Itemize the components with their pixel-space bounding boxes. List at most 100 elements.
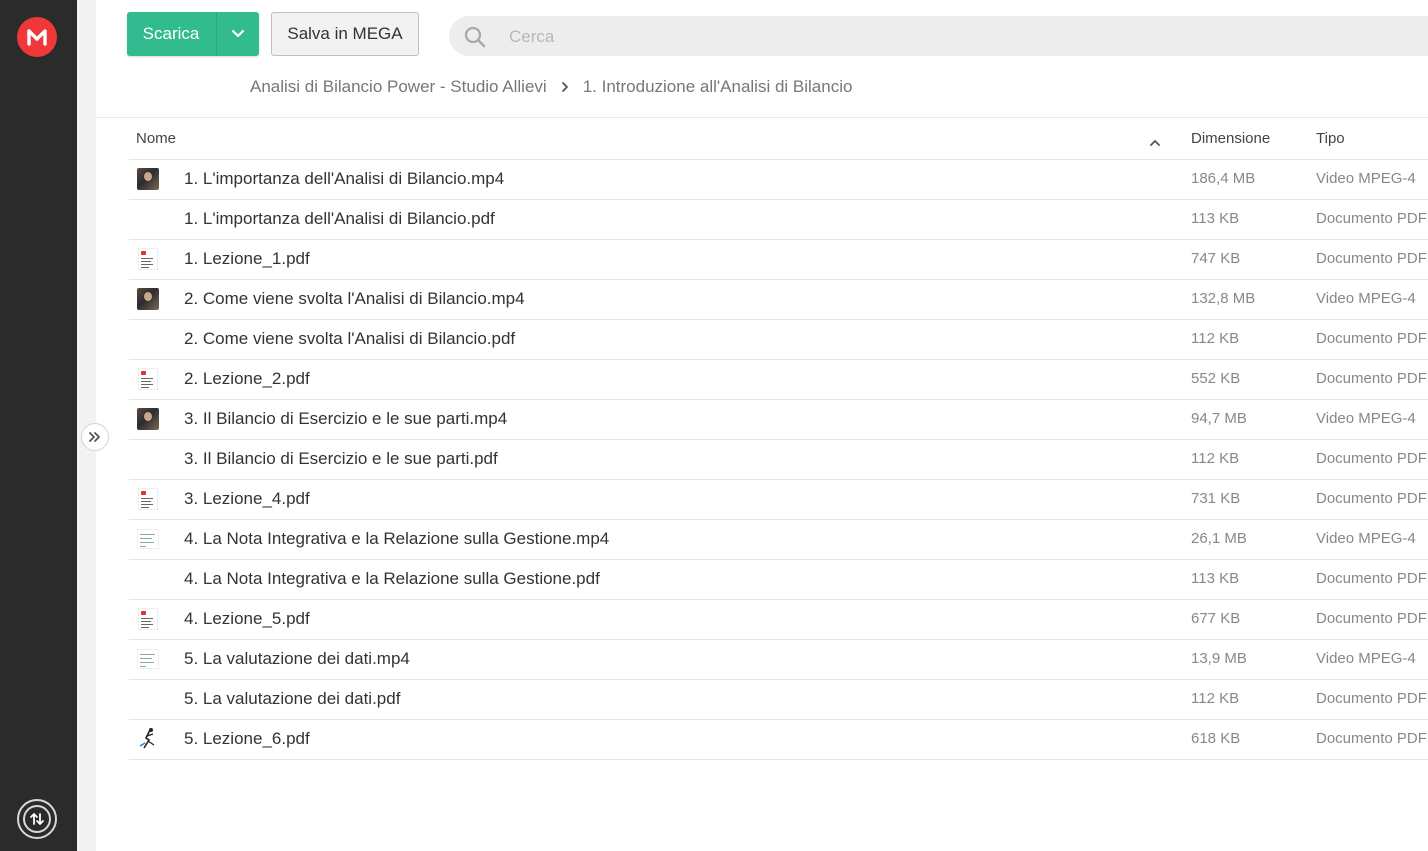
file-thumbnail (137, 288, 159, 310)
file-thumbnail (137, 488, 159, 510)
file-name[interactable]: 5. Lezione_6.pdf (184, 720, 310, 757)
file-row[interactable]: 4. Lezione_5.pdf 677 KB Documento PDF (129, 600, 1428, 640)
toolbar-divider (96, 117, 1428, 118)
file-thumbnail (137, 648, 159, 670)
document-thumbnail (137, 649, 159, 669)
file-type: Video MPEG-4 (1316, 170, 1416, 187)
file-name[interactable]: 3. Il Bilancio di Esercizio e le sue par… (184, 440, 498, 477)
chevron-right-icon (561, 81, 569, 93)
file-type: Video MPEG-4 (1316, 650, 1416, 667)
main-content: Scarica Salva in MEGA Analisi di Bilanci… (96, 0, 1428, 851)
file-type: Documento PDF (1316, 450, 1427, 467)
file-thumbnail (137, 688, 159, 710)
file-name[interactable]: 2. Come viene svolta l'Analisi di Bilanc… (184, 320, 515, 357)
file-type: Documento PDF (1316, 730, 1427, 747)
save-to-mega-button[interactable]: Salva in MEGA (271, 12, 419, 56)
file-row[interactable]: 4. La Nota Integrativa e la Relazione su… (129, 520, 1428, 560)
file-row[interactable]: 1. L'importanza dell'Analisi di Bilancio… (129, 160, 1428, 200)
file-name[interactable]: 4. La Nota Integrativa e la Relazione su… (184, 520, 609, 557)
breadcrumb-item-root[interactable]: Analisi di Bilancio Power - Studio Allie… (250, 77, 547, 97)
column-header-type[interactable]: Tipo (1316, 130, 1345, 147)
file-size: 747 KB (1191, 250, 1241, 267)
file-thumbnail (137, 568, 159, 590)
file-type: Documento PDF (1316, 210, 1427, 227)
file-name[interactable]: 1. L'importanza dell'Analisi di Bilancio… (184, 200, 495, 237)
file-size: 112 KB (1191, 450, 1240, 467)
file-size: 26,1 MB (1191, 530, 1247, 547)
file-type: Documento PDF (1316, 330, 1427, 347)
file-row[interactable]: 5. Lezione_6.pdf 618 KB Documento PDF (129, 720, 1428, 760)
file-name[interactable]: 5. La valutazione dei dati.mp4 (184, 640, 410, 677)
column-header-name[interactable]: Nome (136, 130, 176, 147)
mega-logo-icon[interactable] (17, 17, 57, 57)
transfers-icon (23, 805, 51, 833)
file-type: Video MPEG-4 (1316, 290, 1416, 307)
file-row[interactable]: 1. L'importanza dell'Analisi di Bilancio… (129, 200, 1428, 240)
file-thumbnail (137, 168, 159, 190)
file-name[interactable]: 4. Lezione_5.pdf (184, 600, 310, 637)
search-bar[interactable] (449, 16, 1428, 58)
file-type: Documento PDF (1316, 490, 1427, 507)
download-button[interactable]: Scarica (127, 12, 259, 56)
file-row[interactable]: 2. Come viene svolta l'Analisi di Bilanc… (129, 280, 1428, 320)
file-name[interactable]: 1. Lezione_1.pdf (184, 240, 310, 277)
file-size: 552 KB (1191, 370, 1241, 387)
file-thumbnail (137, 528, 159, 550)
file-thumbnail (137, 328, 159, 350)
file-size: 186,4 MB (1191, 170, 1256, 187)
file-size: 112 KB (1191, 690, 1240, 707)
file-thumbnail (137, 448, 159, 470)
video-thumbnail (137, 408, 159, 430)
file-size: 94,7 MB (1191, 410, 1247, 427)
file-name[interactable]: 5. La valutazione dei dati.pdf (184, 680, 400, 717)
chevron-up-icon[interactable] (1149, 134, 1161, 152)
file-row[interactable]: 3. Il Bilancio di Esercizio e le sue par… (129, 400, 1428, 440)
file-row[interactable]: 2. Come viene svolta l'Analisi di Bilanc… (129, 320, 1428, 360)
file-size: 113 KB (1191, 210, 1240, 227)
file-name[interactable]: 1. L'importanza dell'Analisi di Bilancio… (184, 160, 504, 197)
transfers-button[interactable] (17, 799, 57, 839)
file-type: Video MPEG-4 (1316, 530, 1416, 547)
file-name[interactable]: 3. Il Bilancio di Esercizio e le sue par… (184, 400, 507, 437)
file-type: Documento PDF (1316, 370, 1427, 387)
file-size: 113 KB (1191, 570, 1240, 587)
search-input[interactable] (507, 16, 1111, 58)
column-header-size[interactable]: Dimensione (1191, 130, 1270, 147)
file-row[interactable]: 5. La valutazione dei dati.pdf 112 KB Docu… (129, 680, 1428, 720)
file-name[interactable]: 4. La Nota Integrativa e la Relazione su… (184, 560, 600, 597)
file-size: 13,9 MB (1191, 650, 1247, 667)
file-thumbnail (137, 208, 159, 230)
chevron-down-icon (231, 29, 245, 38)
file-type: Documento PDF (1316, 610, 1427, 627)
breadcrumb-item-current[interactable]: 1. Introduzione all'Analisi di Bilancio (583, 77, 853, 97)
file-type: Documento PDF (1316, 250, 1427, 267)
file-size: 132,8 MB (1191, 290, 1256, 307)
file-name[interactable]: 3. Lezione_4.pdf (184, 480, 310, 517)
file-type: Documento PDF (1316, 570, 1427, 587)
file-row[interactable]: 1. Lezione_1.pdf 747 KB Documento PDF (129, 240, 1428, 280)
file-row[interactable]: 3. Il Bilancio di Esercizio e le sue par… (129, 440, 1428, 480)
illustration-thumbnail (139, 728, 155, 749)
file-row[interactable]: 5. La valutazione dei dati.mp4 13,9 MB Vid… (129, 640, 1428, 680)
file-row[interactable]: 4. La Nota Integrativa e la Relazione su… (129, 560, 1428, 600)
document-thumbnail (137, 529, 159, 549)
file-type: Video MPEG-4 (1316, 410, 1416, 427)
file-thumbnail (137, 368, 159, 390)
download-options-button[interactable] (217, 12, 259, 56)
file-thumbnail (137, 408, 159, 430)
video-thumbnail (137, 168, 159, 190)
file-list: 1. L'importanza dell'Analisi di Bilancio… (129, 160, 1428, 760)
file-name[interactable]: 2. Come viene svolta l'Analisi di Bilanc… (184, 280, 525, 317)
file-size: 618 KB (1191, 730, 1241, 747)
download-button-label[interactable]: Scarica (127, 12, 215, 56)
file-name[interactable]: 2. Lezione_2.pdf (184, 360, 310, 397)
file-thumbnail (137, 728, 159, 750)
file-size: 112 KB (1191, 330, 1240, 347)
left-sidebar (0, 0, 77, 851)
pdf-thumbnail (138, 248, 158, 270)
file-thumbnail (137, 608, 159, 630)
file-row[interactable]: 3. Lezione_4.pdf 731 KB Documento PDF (129, 480, 1428, 520)
pdf-thumbnail (138, 368, 158, 390)
breadcrumb: Analisi di Bilancio Power - Studio Allie… (250, 76, 852, 98)
file-row[interactable]: 2. Lezione_2.pdf 552 KB Documento PDF (129, 360, 1428, 400)
